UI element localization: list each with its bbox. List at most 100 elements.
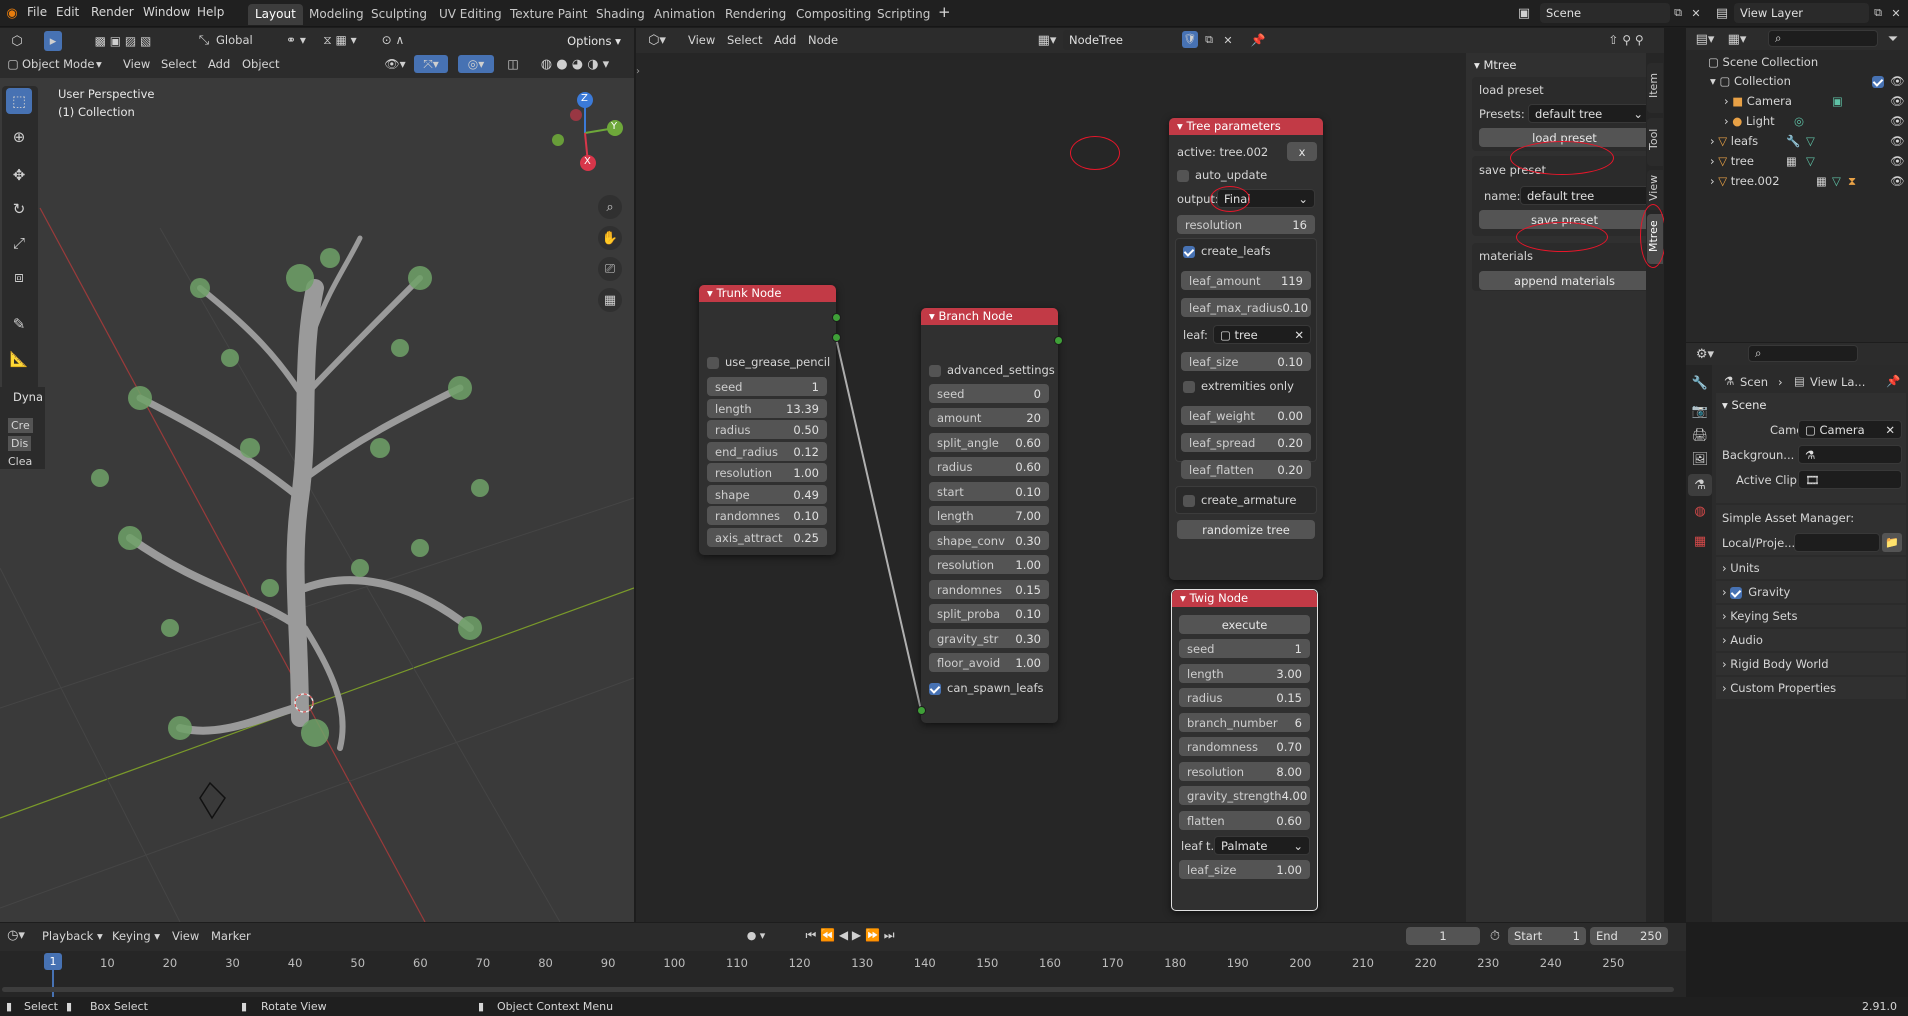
- extremities-only-checkbox[interactable]: extremities only: [1183, 379, 1294, 393]
- tab-sculpting[interactable]: Sculpting: [364, 4, 434, 25]
- timeline-menu-marker[interactable]: Marker: [211, 929, 251, 943]
- close-icon[interactable]: ✕: [1885, 423, 1895, 437]
- tab-scripting[interactable]: Scripting: [870, 4, 937, 25]
- resolution-field[interactable]: resolution 16: [1177, 215, 1315, 234]
- tree-parameters-header[interactable]: ▾ Tree parameters: [1169, 118, 1323, 135]
- branch-gravity-str-field[interactable]: gravity_str 0.30: [929, 629, 1049, 648]
- close-icon[interactable]: ✕: [1294, 328, 1304, 342]
- tab-tool-sidebar[interactable]: Tool: [1647, 118, 1663, 166]
- trunk-output-socket[interactable]: [832, 313, 841, 322]
- trunk-shape-field[interactable]: shape 0.49: [707, 485, 827, 504]
- twig-node[interactable]: ▾ Twig Node execute seed 1 length 3.00 rad…: [1171, 589, 1318, 911]
- trunk-output-socket-2[interactable]: [832, 333, 841, 342]
- leaf-spread-field[interactable]: leaf_spread 0.20: [1181, 433, 1311, 452]
- outliner-camera[interactable]: › ■ Camera ▣ 👁: [1686, 94, 1905, 110]
- scene-panel-title[interactable]: ▾ Scene: [1722, 398, 1767, 412]
- annotate-tool-icon[interactable]: ✎: [6, 311, 32, 337]
- active-clip-field[interactable]: 🎞: [1798, 470, 1902, 489]
- timeline-menu-view[interactable]: View: [172, 929, 199, 943]
- leaf-amount-field[interactable]: leaf_amount 119: [1181, 271, 1311, 290]
- gravity-checkbox[interactable]: [1730, 586, 1743, 599]
- twig-length-field[interactable]: length 3.00: [1179, 664, 1310, 683]
- presets-dropdown[interactable]: default tree ⌄: [1528, 104, 1650, 123]
- panel-gravity[interactable]: › Gravity: [1716, 581, 1906, 603]
- leaf-type-dropdown[interactable]: Palmate ⌄: [1214, 836, 1310, 855]
- leaf-size-field[interactable]: leaf_size 0.10: [1181, 352, 1311, 371]
- branch-length-field[interactable]: length 7.00: [929, 506, 1049, 525]
- end-frame-input[interactable]: End 250: [1590, 927, 1668, 945]
- auto-update-checkbox[interactable]: auto_update: [1177, 168, 1267, 182]
- branch-split-angle-field[interactable]: split_angle 0.60: [929, 433, 1049, 452]
- tab-modeling[interactable]: Modeling: [302, 4, 371, 25]
- trunk-axis-attract-field[interactable]: axis_attract 0.25: [707, 528, 827, 547]
- use-grease-pencil-checkbox[interactable]: use_grease_pencil: [707, 355, 830, 369]
- render-tab-icon[interactable]: 📷: [1690, 401, 1710, 421]
- menu-file[interactable]: File: [27, 5, 47, 19]
- twig-branch-number-field[interactable]: branch_number 6: [1179, 713, 1310, 732]
- outliner-tree[interactable]: › ▽ tree ▦ ▽ 👁: [1686, 154, 1905, 170]
- twig-gravity-strength-field[interactable]: gravity_strength 4.00: [1179, 786, 1310, 805]
- playback-dropdown[interactable]: Playback ▾: [42, 929, 103, 943]
- tab-animation[interactable]: Animation: [647, 4, 722, 25]
- filter-icon[interactable]: ⏷: [1884, 31, 1902, 47]
- randomize-tree-button[interactable]: randomize tree: [1177, 520, 1315, 539]
- branch-split-proba-field[interactable]: split_proba 0.10: [929, 604, 1049, 623]
- delete-view-layer-icon[interactable]: ✕: [1888, 5, 1904, 21]
- twig-node-header[interactable]: ▾ Twig Node: [1172, 590, 1317, 607]
- twig-randomness-field[interactable]: randomness 0.70: [1179, 737, 1310, 756]
- scale-tool-icon[interactable]: ⤢: [6, 230, 32, 256]
- clear-active-button[interactable]: x: [1287, 142, 1317, 161]
- tab-uv-editing[interactable]: UV Editing: [432, 4, 509, 25]
- branch-floor-avoid-field[interactable]: floor_avoid 1.00: [929, 653, 1049, 672]
- trunk-node[interactable]: ▾ Trunk Node use_grease_pencil seed 1 len…: [699, 285, 836, 555]
- tab-texture-paint[interactable]: Texture Paint: [503, 4, 594, 25]
- eye-icon[interactable]: 👁: [1890, 94, 1905, 108]
- zoom-icon[interactable]: ⌕: [598, 195, 622, 219]
- scene-selector[interactable]: Scene: [1540, 3, 1670, 23]
- branch-input-socket[interactable]: [917, 706, 926, 715]
- trunk-seed-field[interactable]: seed 1: [707, 377, 827, 396]
- branch-output-socket[interactable]: [1054, 336, 1063, 345]
- outliner-search-input[interactable]: ⌕: [1768, 30, 1878, 47]
- playback-controls[interactable]: ⏮ ⏪ ◀ ▶ ⏩ ⏭: [790, 926, 910, 944]
- properties-search-input[interactable]: ⌕: [1748, 345, 1858, 362]
- tab-layout[interactable]: Layout: [248, 4, 303, 25]
- editor-type-icon[interactable]: ▤▾: [1692, 31, 1718, 47]
- twig-leaf-size-field[interactable]: leaf_size 1.00: [1179, 860, 1310, 879]
- world-tab-icon[interactable]: ◍: [1690, 501, 1710, 521]
- add-workspace-button[interactable]: +: [938, 3, 951, 21]
- display-mode-icon[interactable]: ▦▾: [1724, 31, 1750, 47]
- outliner-scene-collection[interactable]: ▢ Scene Collection: [1686, 54, 1871, 70]
- trunk-resolution-field[interactable]: resolution 1.00: [707, 463, 827, 482]
- leaf-max-radius-field[interactable]: leaf_max_radius 0.10: [1181, 298, 1311, 317]
- trunk-radius-field[interactable]: radius 0.50: [707, 420, 827, 439]
- branch-amount-field[interactable]: amount 20: [929, 408, 1049, 427]
- can-spawn-leafs-checkbox[interactable]: can_spawn_leafs: [929, 681, 1044, 695]
- branch-seed-field[interactable]: seed 0: [929, 384, 1049, 403]
- trunk-randomnes-field[interactable]: randomnes 0.10: [707, 506, 827, 525]
- transform-tool-icon[interactable]: ⧈: [6, 264, 32, 290]
- preview-range-icon[interactable]: ⏱: [1486, 927, 1504, 945]
- eye-icon[interactable]: 👁: [1890, 114, 1905, 128]
- preset-name-input[interactable]: default tree: [1520, 186, 1650, 205]
- create-leafs-checkbox[interactable]: create_leafs: [1183, 244, 1271, 258]
- collection-exclude-checkbox[interactable]: [1872, 76, 1884, 88]
- tool-tab-icon[interactable]: 🔧: [1690, 373, 1710, 393]
- branch-radius-field[interactable]: radius 0.60: [929, 457, 1049, 476]
- output-tab-icon[interactable]: 🖨: [1690, 425, 1710, 445]
- pan-hand-icon[interactable]: ✋: [598, 226, 622, 250]
- branch-node[interactable]: ▾ Branch Node advanced_settings seed 0 am…: [921, 308, 1058, 723]
- twig-seed-field[interactable]: seed 1: [1179, 639, 1310, 658]
- append-materials-button[interactable]: append materials: [1479, 271, 1650, 290]
- move-tool-icon[interactable]: ✥: [6, 162, 32, 188]
- eye-icon[interactable]: 👁: [1890, 154, 1905, 168]
- new-scene-icon[interactable]: ⧉: [1670, 5, 1686, 21]
- timeline-playhead[interactable]: 1: [44, 953, 62, 970]
- mtree-panel-title[interactable]: ▾ Mtree: [1474, 58, 1517, 72]
- trunk-length-field[interactable]: length 13.39: [707, 399, 827, 418]
- tab-compositing[interactable]: Compositing: [789, 4, 878, 25]
- delete-scene-icon[interactable]: ✕: [1688, 5, 1704, 21]
- record-icon[interactable]: ● ▾: [744, 927, 768, 943]
- outliner-light[interactable]: › ● Light ◎ 👁: [1686, 114, 1905, 130]
- branch-node-header[interactable]: ▾ Branch Node: [921, 308, 1058, 325]
